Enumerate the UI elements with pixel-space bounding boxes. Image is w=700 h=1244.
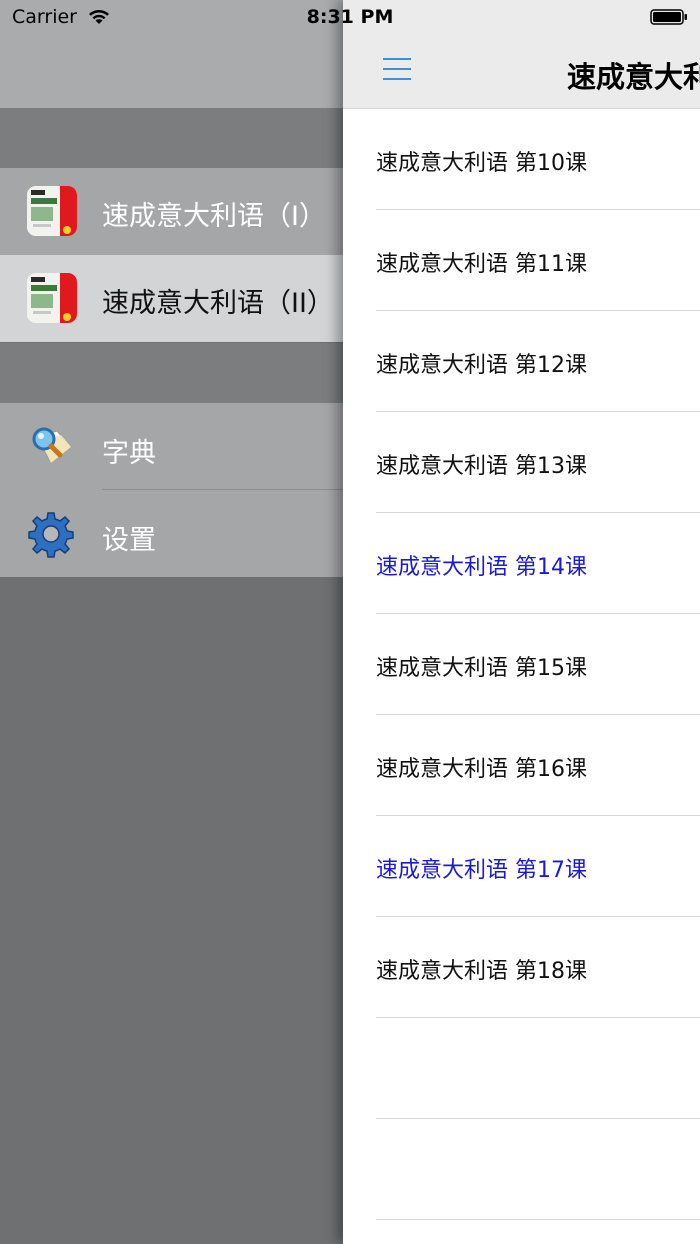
drawer-item-course-2[interactable]: 速成意大利语（II）	[0, 255, 345, 342]
lesson-list: 速成意大利语 第10课 速成意大利语 第11课 速成意大利语 第12课 速成意大…	[343, 109, 700, 1220]
list-item[interactable]: 速成意大利语 第15课	[343, 614, 700, 715]
list-item[interactable]: 速成意大利语 第10课	[343, 109, 700, 210]
list-item[interactable]: 速成意大利语 第11课	[343, 210, 700, 311]
page-title: 速成意大利	[567, 60, 700, 94]
lesson-label: 速成意大利语 第16课	[376, 757, 587, 782]
drawer-item-label: 速成意大利语（II）	[102, 288, 334, 319]
list-item[interactable]: 速成意大利语 第13课	[343, 412, 700, 513]
list-item[interactable]	[343, 1018, 700, 1119]
gear-icon	[28, 512, 74, 558]
status-bar: Carrier 8:31 PM	[0, 0, 700, 36]
list-item[interactable]: 速成意大利语 第18课	[343, 917, 700, 1018]
lesson-label: 速成意大利语 第17课	[376, 858, 587, 883]
drawer-item-label: 字典	[102, 438, 156, 469]
drawer-item-label: 速成意大利语（I）	[102, 201, 326, 232]
main-panel: 速成意大利 速成意大利语 第10课 速成意大利语 第11课 速成意大利语 第12…	[343, 0, 700, 1244]
drawer-section-spacer	[0, 343, 345, 403]
clock: 8:31 PM	[306, 6, 394, 28]
lesson-label: 速成意大利语 第11课	[376, 252, 587, 277]
list-item[interactable]: 速成意大利语 第16课	[343, 715, 700, 816]
lesson-label: 速成意大利语 第15课	[376, 656, 587, 681]
list-item[interactable]: 速成意大利语 第14课	[343, 513, 700, 614]
drawer-item-dictionary[interactable]: 字典	[0, 403, 345, 490]
dictionary-magnifier-icon	[32, 427, 72, 464]
drawer-item-settings[interactable]: 设置	[0, 490, 345, 577]
lesson-label: 速成意大利语 第10课	[376, 151, 587, 176]
lesson-label: 速成意大利语 第14课	[376, 555, 587, 580]
lesson-label: 速成意大利语 第18课	[376, 959, 587, 984]
drawer-item-course-1[interactable]: 速成意大利语（I）	[0, 168, 345, 255]
hamburger-menu-icon[interactable]	[383, 58, 413, 82]
list-item[interactable]	[343, 1119, 700, 1220]
side-drawer: 速成意大利语（I） 速成意大利语（II） 字典 设置	[0, 0, 345, 1244]
book-cover-icon	[27, 186, 77, 236]
lesson-label: 速成意大利语 第12课	[376, 353, 587, 378]
battery-icon	[650, 9, 687, 25]
drawer-empty-area	[0, 578, 345, 1244]
list-item[interactable]: 速成意大利语 第17课	[343, 816, 700, 917]
book-cover-icon	[27, 273, 77, 323]
drawer-item-label: 设置	[102, 525, 156, 556]
list-item[interactable]: 速成意大利语 第12课	[343, 311, 700, 412]
lesson-label: 速成意大利语 第13课	[376, 454, 587, 479]
drawer-section-spacer	[0, 108, 345, 168]
